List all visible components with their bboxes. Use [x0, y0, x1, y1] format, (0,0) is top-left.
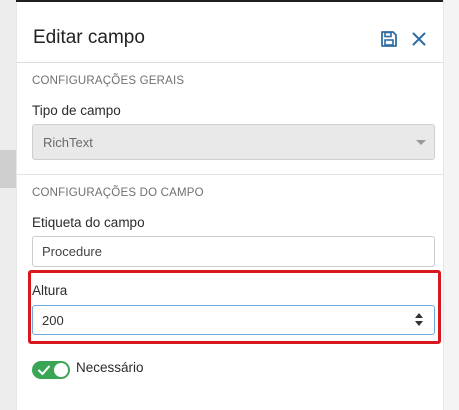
backdrop-page [0, 0, 16, 410]
save-icon [381, 31, 397, 47]
general-section-title: CONFIGURAÇÕES GERAIS [32, 75, 185, 87]
field-type-value: RichText [43, 135, 93, 150]
height-label: Altura [32, 283, 68, 298]
close-icon [412, 32, 426, 46]
field-type-select: RichText [32, 124, 435, 160]
close-button[interactable] [410, 30, 430, 50]
scrollbar[interactable] [443, 0, 459, 410]
required-toggle[interactable] [32, 361, 70, 379]
field-label-input[interactable] [32, 236, 435, 267]
panel-title: Editar campo [33, 27, 145, 48]
panel-header: Editar campo [17, 2, 443, 63]
check-icon [38, 365, 50, 375]
field-label-label: Etiqueta do campo [32, 215, 145, 230]
required-label: Necessário [76, 360, 144, 375]
edit-field-panel [17, 2, 443, 410]
chevron-down-icon [416, 140, 426, 145]
backdrop-row [0, 150, 16, 188]
save-button[interactable] [380, 30, 400, 50]
height-input[interactable] [33, 306, 421, 334]
field-type-label: Tipo de campo [32, 103, 121, 118]
section-divider [17, 174, 443, 175]
toggle-knob [54, 363, 68, 377]
height-stepper[interactable] [415, 313, 425, 327]
height-field[interactable] [32, 305, 435, 335]
stepper-up-icon[interactable] [415, 313, 423, 318]
stepper-down-icon[interactable] [415, 321, 423, 326]
field-section-title: CONFIGURAÇÕES DO CAMPO [32, 187, 204, 199]
